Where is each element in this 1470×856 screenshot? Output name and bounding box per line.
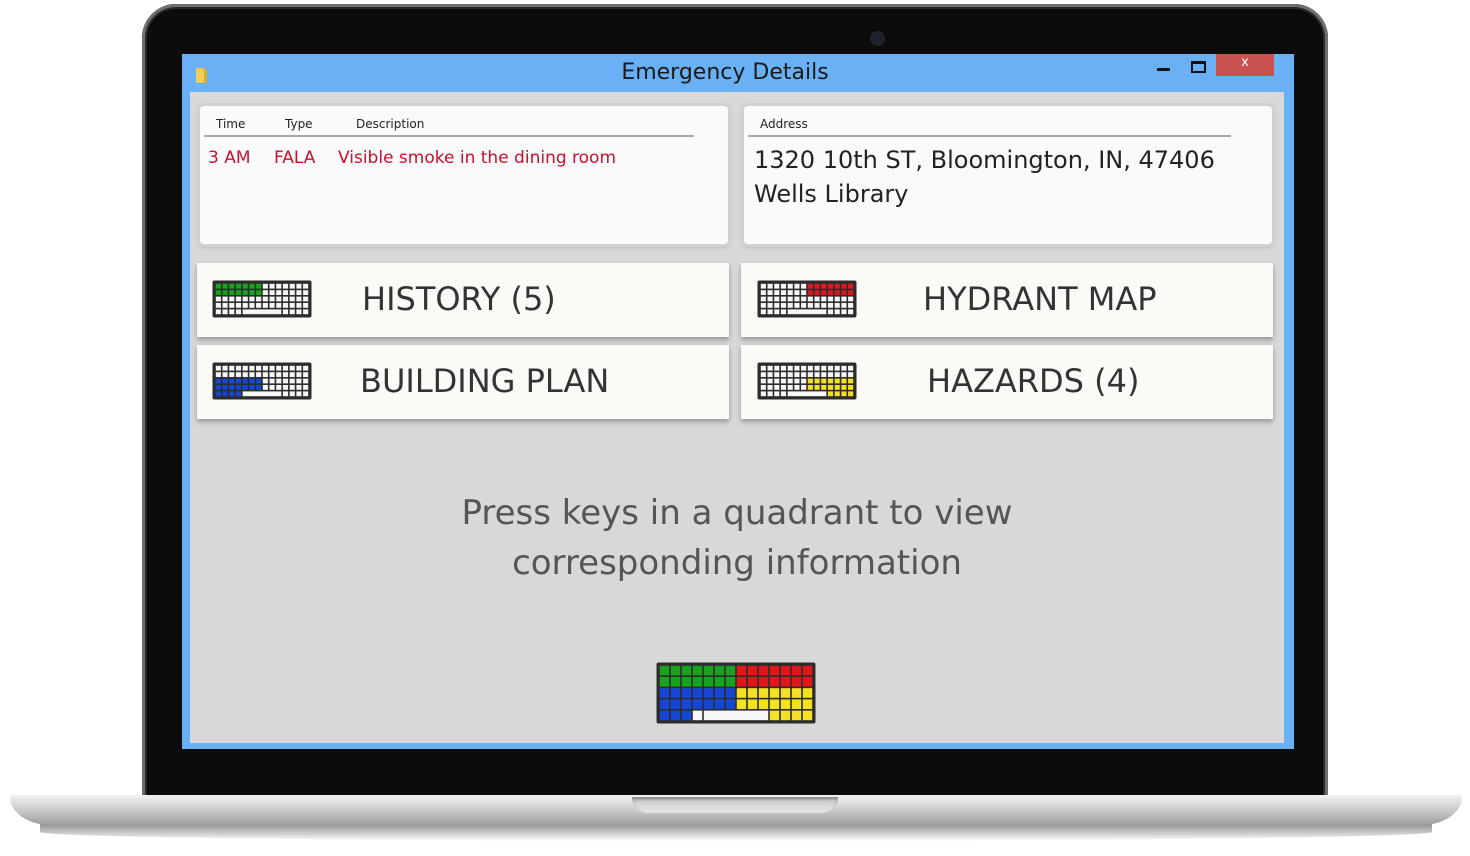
title-bar[interactable]: Emergency Details x — [182, 54, 1294, 92]
instruction-line-2: corresponding information — [512, 543, 962, 583]
time-header: Time — [216, 117, 246, 131]
keyboard-bottom-left-icon — [212, 362, 312, 400]
camera-icon — [872, 33, 883, 44]
maximize-icon — [1191, 61, 1206, 73]
hazards-button[interactable]: HAZARDS (4) — [741, 345, 1273, 419]
close-button[interactable]: x — [1216, 54, 1274, 76]
laptop-shadow — [40, 823, 1432, 841]
window-title: Emergency Details — [621, 60, 829, 85]
type-header: Type — [285, 117, 313, 131]
laptop-notch — [632, 797, 838, 813]
building-plan-button[interactable]: BUILDING PLAN — [197, 345, 729, 419]
header-divider — [204, 135, 694, 137]
address-panel: Address 1320 10th ST, Bloomington, IN, 4… — [744, 106, 1272, 244]
maximize-button[interactable] — [1184, 54, 1210, 76]
hydrant-map-button[interactable]: HYDRANT MAP — [741, 263, 1273, 337]
address-divider — [748, 135, 1231, 137]
incident-time: 3 AM — [208, 148, 251, 168]
keyboard-top-right-icon — [757, 280, 857, 318]
minimize-button[interactable] — [1150, 54, 1176, 76]
building-name: Wells Library — [754, 180, 909, 208]
instruction-line-1: Press keys in a quadrant to view — [461, 493, 1013, 533]
address-header: Address — [760, 117, 808, 131]
history-label: HISTORY (5) — [362, 280, 556, 318]
keyboard-quadrant-legend-icon — [656, 662, 816, 724]
hazards-label: HAZARDS (4) — [927, 362, 1140, 400]
hydrant-map-label: HYDRANT MAP — [923, 280, 1157, 318]
incident-panel: Time Type Description 3 AM FALA Visible … — [200, 106, 728, 244]
instruction-text: Press keys in a quadrant to view corresp… — [190, 488, 1284, 588]
history-button[interactable]: HISTORY (5) — [197, 263, 729, 337]
building-plan-label: BUILDING PLAN — [360, 362, 610, 400]
keyboard-bottom-right-icon — [757, 362, 857, 400]
emergency-window: Emergency Details x Time Type Descriptio… — [182, 54, 1294, 749]
minimize-icon — [1157, 68, 1170, 71]
address-line: 1320 10th ST, Bloomington, IN, 47406 — [754, 146, 1215, 174]
keyboard-top-left-icon — [212, 280, 312, 318]
incident-type: FALA — [274, 148, 316, 168]
client-area: Time Type Description 3 AM FALA Visible … — [190, 92, 1284, 743]
description-header: Description — [356, 117, 425, 131]
incident-description: Visible smoke in the dining room — [338, 148, 617, 168]
